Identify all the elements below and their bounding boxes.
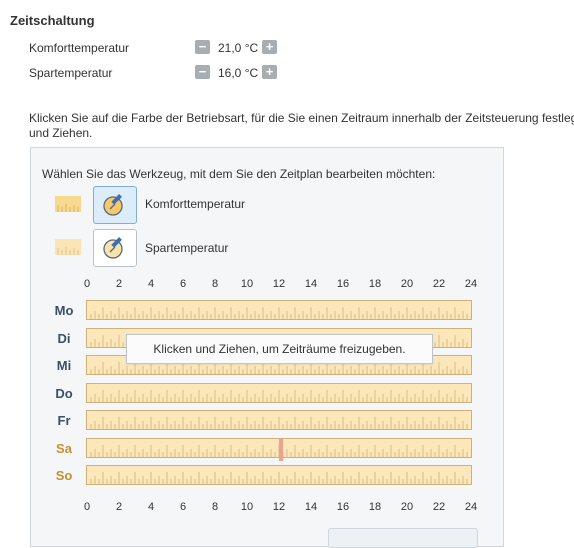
section-title: Zeitschaltung [10, 13, 95, 28]
eco-tool-label: Spartemperatur [145, 241, 229, 255]
bottom-hour-label: 14 [304, 501, 318, 513]
schedule-selection-marker[interactable] [279, 439, 283, 461]
instruction-line-2: und Ziehen. [29, 126, 93, 140]
swatch-ruler-icon [57, 204, 79, 212]
bottom-hour-label: 6 [179, 501, 187, 513]
comfort-decrease-button[interactable]: − [195, 40, 210, 54]
top-hour-label: 12 [272, 278, 286, 290]
bottom-hour-label: 22 [432, 501, 446, 513]
bottom-hour-label: 4 [147, 501, 155, 513]
bottom-hour-label: 18 [368, 501, 382, 513]
top-hour-label: 2 [115, 278, 123, 290]
top-hour-label: 4 [147, 278, 155, 290]
top-hour-label: 0 [83, 278, 91, 290]
quarter-hour-ticks [90, 390, 468, 402]
bottom-hour-label: 0 [83, 501, 91, 513]
comfort-tool-button[interactable] [93, 186, 137, 224]
top-hour-label: 20 [400, 278, 414, 290]
instruction-line-1: Klicken Sie auf die Farbe der Betriebsar… [29, 111, 574, 125]
top-hour-label: 10 [240, 278, 254, 290]
top-hour-label: 22 [432, 278, 446, 290]
comfort-temperature-label: Komforttemperatur [29, 41, 130, 55]
day-schedule-bar[interactable] [86, 465, 472, 485]
bottom-hour-label: 24 [464, 501, 478, 513]
pencil-thermostat-icon [103, 194, 123, 216]
top-hour-label: 16 [336, 278, 350, 290]
comfort-temperature-value: 21,0 °C [218, 41, 259, 55]
eco-tool-button[interactable] [93, 229, 137, 267]
bottom-hour-label: 12 [272, 501, 286, 513]
eco-temperature-label: Spartemperatur [29, 66, 113, 80]
swatch-ruler-icon [57, 247, 79, 255]
top-hour-label: 8 [211, 278, 219, 290]
top-hour-label: 6 [179, 278, 187, 290]
day-label: Mi [56, 358, 72, 373]
day-schedule-bar[interactable] [86, 410, 472, 430]
top-hour-label: 14 [304, 278, 318, 290]
comfort-tool-label: Komforttemperatur [145, 197, 246, 211]
day-label: So [55, 468, 73, 483]
comfort-increase-button[interactable]: + [262, 40, 277, 54]
top-hour-label: 18 [368, 278, 382, 290]
day-label: Fr [57, 413, 71, 428]
tool-prompt: Wählen Sie das Werkzeug, mit dem Sie den… [42, 167, 436, 181]
quarter-hour-ticks [90, 307, 468, 319]
bottom-hour-label: 16 [336, 501, 350, 513]
instruction-text: Klicken Sie auf die Farbe der Betriebsar… [29, 111, 574, 141]
eco-decrease-button[interactable]: − [195, 65, 210, 79]
eco-color-swatch[interactable] [55, 239, 81, 255]
day-schedule-bar[interactable] [86, 383, 472, 403]
day-label: Sa [56, 441, 72, 456]
quarter-hour-ticks [90, 417, 468, 429]
pencil-thermostat-icon [103, 237, 123, 259]
schedule-tooltip: Klicken und Ziehen, um Zeiträume freizug… [126, 334, 433, 364]
bottom-hour-label: 20 [400, 501, 414, 513]
comfort-color-swatch[interactable] [55, 196, 81, 212]
bottom-hour-label: 8 [211, 501, 219, 513]
day-label: Di [57, 331, 71, 346]
eco-increase-button[interactable]: + [262, 65, 277, 79]
bottom-hour-label: 2 [115, 501, 123, 513]
top-hour-label: 24 [464, 278, 478, 290]
bottom-hour-label: 10 [240, 501, 254, 513]
quarter-hour-ticks [90, 472, 468, 484]
eco-temperature-value: 16,0 °C [218, 66, 259, 80]
day-label: Mo [54, 303, 74, 318]
day-label: Do [55, 386, 73, 401]
schedule-action-button[interactable] [328, 528, 478, 548]
day-schedule-bar[interactable] [86, 300, 472, 320]
